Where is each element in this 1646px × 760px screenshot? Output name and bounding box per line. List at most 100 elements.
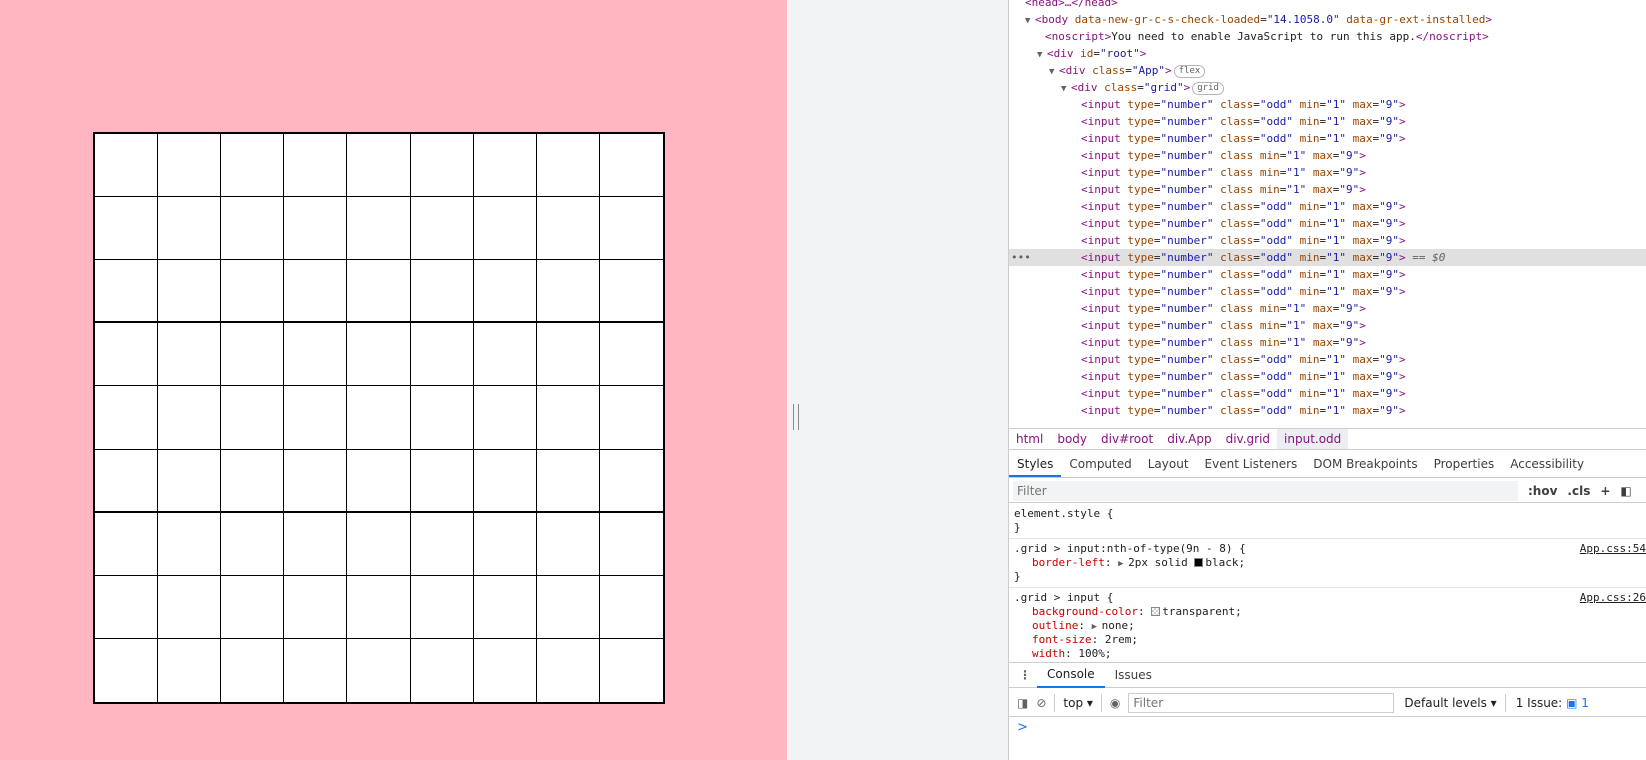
sudoku-cell[interactable]	[95, 134, 159, 198]
sudoku-cell[interactable]	[221, 323, 285, 387]
css-value[interactable]: 100%	[1078, 647, 1105, 660]
sudoku-cell[interactable]	[410, 260, 474, 324]
dom-node-app[interactable]: ▼ <div class="App"> flex	[1009, 62, 1646, 79]
tab-dom-breakpoints[interactable]: DOM Breakpoints	[1305, 452, 1425, 477]
sudoku-cell[interactable]	[536, 575, 600, 639]
expand-triangle-icon[interactable]: ▶	[1092, 620, 1102, 634]
dom-node-input[interactable]: <input type="number" class="odd" min="1"…	[1009, 368, 1646, 385]
dom-node-input[interactable]: <input type="number" class="odd" min="1"…	[1009, 402, 1646, 419]
dom-node-head[interactable]: <head>…</head>	[1009, 0, 1646, 11]
sudoku-cell[interactable]	[347, 260, 411, 324]
sudoku-cell[interactable]	[599, 134, 663, 198]
sudoku-cell[interactable]	[158, 260, 222, 324]
sudoku-cell[interactable]	[536, 197, 600, 261]
sudoku-cell[interactable]	[284, 134, 348, 198]
sudoku-cell[interactable]	[221, 449, 285, 513]
sudoku-cell[interactable]	[95, 449, 159, 513]
dom-node-input[interactable]: <input type="number" class="odd" min="1"…	[1009, 266, 1646, 283]
dom-node-input[interactable]: <input type="number" class min="1" max="…	[1009, 164, 1646, 181]
context-selector[interactable]: top ▾	[1063, 696, 1093, 710]
dom-node-grid[interactable]: ▼ <div class="grid"> grid	[1009, 79, 1646, 96]
dom-node-input[interactable]: <input type="number" class="odd" min="1"…	[1009, 96, 1646, 113]
expand-triangle-icon[interactable]: ▶	[1118, 557, 1128, 571]
sudoku-cell[interactable]	[221, 386, 285, 450]
dom-node-input[interactable]: <input type="number" class="odd" min="1"…	[1009, 113, 1646, 130]
sudoku-cell[interactable]	[599, 575, 663, 639]
sudoku-cell[interactable]	[221, 134, 285, 198]
sudoku-cell[interactable]	[95, 575, 159, 639]
sudoku-cell[interactable]	[473, 575, 537, 639]
color-swatch-icon[interactable]	[1151, 607, 1161, 616]
breadcrumb-item[interactable]: html	[1009, 429, 1050, 449]
dom-node-input[interactable]: <input type="number" class="odd" min="1"…	[1009, 385, 1646, 402]
sudoku-cell[interactable]	[347, 512, 411, 576]
styles-filter-input[interactable]	[1013, 480, 1518, 501]
sudoku-cell[interactable]	[158, 197, 222, 261]
dom-node-input[interactable]: <input type="number" class min="1" max="…	[1009, 147, 1646, 164]
sudoku-cell[interactable]	[284, 575, 348, 639]
sudoku-cell[interactable]	[410, 512, 474, 576]
sudoku-cell[interactable]	[473, 134, 537, 198]
sudoku-cell[interactable]	[95, 323, 159, 387]
sudoku-cell[interactable]	[95, 512, 159, 576]
sudoku-cell[interactable]	[221, 197, 285, 261]
sudoku-cell[interactable]	[536, 512, 600, 576]
sudoku-cell[interactable]	[95, 638, 159, 702]
source-link[interactable]: App.css:26	[1580, 591, 1646, 604]
css-value[interactable]: none	[1102, 619, 1129, 632]
tab-event-listeners[interactable]: Event Listeners	[1197, 452, 1306, 477]
dom-node-input[interactable]: <input type="number" class min="1" max="…	[1009, 181, 1646, 198]
breadcrumb-item[interactable]: div.App	[1160, 429, 1218, 449]
css-color-value[interactable]: black	[1205, 556, 1238, 569]
sudoku-cell[interactable]	[473, 197, 537, 261]
sudoku-cell[interactable]	[284, 260, 348, 324]
css-value[interactable]: 2rem	[1105, 633, 1132, 646]
breadcrumb-item[interactable]: div.grid	[1219, 429, 1277, 449]
sudoku-cell[interactable]	[599, 512, 663, 576]
class-toggle[interactable]: .cls	[1567, 484, 1590, 498]
sudoku-cell[interactable]	[599, 323, 663, 387]
css-value[interactable]: transparent	[1162, 605, 1235, 618]
sudoku-cell[interactable]	[410, 197, 474, 261]
color-swatch-icon[interactable]	[1194, 558, 1204, 567]
sudoku-cell[interactable]	[536, 449, 600, 513]
sudoku-cell[interactable]	[158, 386, 222, 450]
breadcrumb-item[interactable]: div#root	[1094, 429, 1160, 449]
sudoku-cell[interactable]	[158, 638, 222, 702]
dom-node-input[interactable]: <input type="number" class="odd" min="1"…	[1009, 130, 1646, 147]
sudoku-cell[interactable]	[473, 638, 537, 702]
dom-node-root[interactable]: ▼ <div id="root">	[1009, 45, 1646, 62]
console-filter-input[interactable]	[1128, 692, 1395, 713]
tab-layout[interactable]: Layout	[1140, 452, 1197, 477]
sudoku-cell[interactable]	[284, 197, 348, 261]
dom-node-input[interactable]: <input type="number" class min="1" max="…	[1009, 334, 1646, 351]
css-property[interactable]: width	[1032, 647, 1065, 660]
sidebar-toggle-icon[interactable]: ◨	[1017, 696, 1028, 710]
sudoku-cell[interactable]	[347, 386, 411, 450]
dom-node-input[interactable]: <input type="number" class="odd" min="1"…	[1009, 283, 1646, 300]
sudoku-cell[interactable]	[473, 386, 537, 450]
sudoku-cell[interactable]	[599, 260, 663, 324]
computed-sidebar-toggle-icon[interactable]: ◧	[1620, 484, 1631, 498]
dom-node-input[interactable]: <input type="number" class min="1" max="…	[1009, 300, 1646, 317]
drawer-tab-issues[interactable]: Issues	[1105, 663, 1162, 687]
log-levels-dropdown[interactable]: Default levels ▾	[1404, 696, 1496, 710]
live-expression-eye-icon[interactable]: ◉	[1110, 696, 1120, 710]
sudoku-cell[interactable]	[284, 449, 348, 513]
more-options-icon[interactable]: ⋮	[1009, 668, 1037, 682]
breadcrumb-item[interactable]: input.odd	[1277, 429, 1349, 449]
sudoku-cell[interactable]	[599, 386, 663, 450]
sudoku-cell[interactable]	[536, 638, 600, 702]
sudoku-cell[interactable]	[410, 323, 474, 387]
dom-node-input[interactable]: <input type="number" class="odd" min="1"…	[1009, 232, 1646, 249]
source-link[interactable]: App.css:54	[1580, 542, 1646, 555]
sudoku-cell[interactable]	[158, 575, 222, 639]
node-options-icon[interactable]: •••	[1011, 249, 1031, 266]
sudoku-cell[interactable]	[95, 197, 159, 261]
tab-accessibility[interactable]: Accessibility	[1502, 452, 1592, 477]
sudoku-cell[interactable]	[347, 197, 411, 261]
sudoku-cell[interactable]	[221, 638, 285, 702]
drawer-tab-console[interactable]: Console	[1037, 662, 1105, 688]
dom-node-input[interactable]: <input type="number" class="odd" min="1"…	[1009, 198, 1646, 215]
issues-counter-button[interactable]: 1 Issue: ▣ 1	[1516, 696, 1589, 710]
